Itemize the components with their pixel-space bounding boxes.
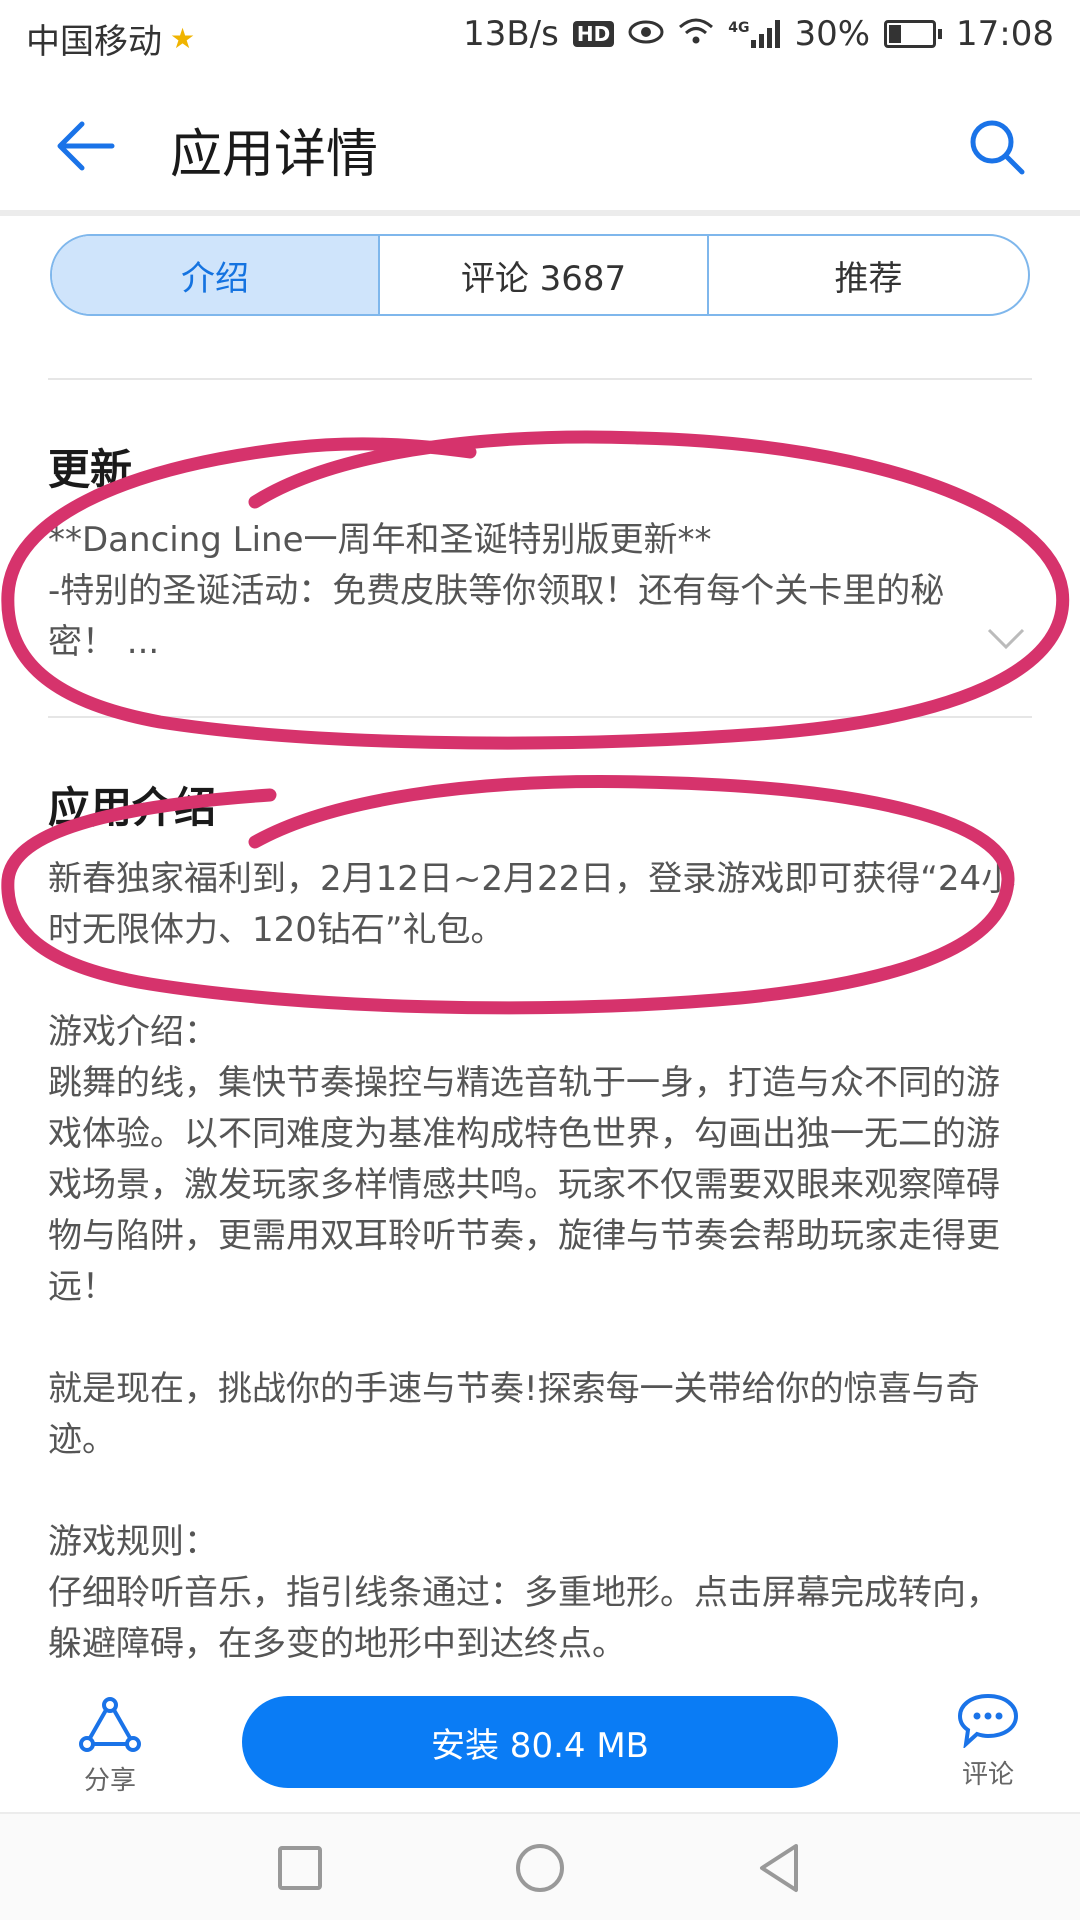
tab-recommend[interactable]: 推荐 <box>707 236 1028 314</box>
intro-text: 新春独家福利到，2月12日~2月22日，登录游戏即可获得“24小时无限体力、12… <box>48 854 1032 1670</box>
tab-reviews[interactable]: 评论 3687 <box>378 236 707 314</box>
update-line: -特别的圣诞活动：免费皮肤等你领取！还有每个关卡里的秘密！ ... <box>48 571 945 662</box>
comment-button[interactable]: 评论 <box>948 1692 1028 1791</box>
divider <box>48 378 1032 380</box>
share-button[interactable]: 分享 <box>68 1696 152 1797</box>
comment-icon <box>957 1693 1019 1750</box>
update-title: 更新 <box>48 445 133 494</box>
app-header: 应用详情 <box>0 78 1080 212</box>
share-label: 分享 <box>83 1766 136 1796</box>
wifi-icon <box>678 14 714 54</box>
recent-apps-icon[interactable] <box>272 1840 328 1896</box>
star-icon: ★ <box>170 22 196 55</box>
intro-title: 应用介绍 <box>48 783 217 832</box>
battery-percent: 30% <box>794 14 871 54</box>
install-button[interactable]: 安装 80.4 MB <box>242 1696 838 1788</box>
carrier-label: 中国移动 <box>26 22 162 62</box>
network-type: 4G <box>728 20 750 36</box>
action-bar: 分享 安装 80.4 MB 评论 <box>0 1688 1080 1812</box>
tab-bar: 介绍 评论 3687 推荐 <box>50 234 1030 316</box>
comment-label: 评论 <box>961 1760 1014 1790</box>
intro-paragraph: 游戏规则： 仔细聆听音乐，指引线条通过：多重地形。点击屏幕完成转向，躲避障碍，在… <box>48 1522 1000 1664</box>
intro-paragraph: 就是现在，挑战你的手速与节奏!探索每一关带给你的惊喜与奇迹。 <box>48 1369 980 1460</box>
share-icon <box>79 1697 141 1752</box>
clock: 17:08 <box>956 14 1054 54</box>
intro-paragraph: 新春独家福利到，2月12日~2月22日，登录游戏即可获得“24小时无限体力、12… <box>48 859 1016 950</box>
hd-icon: HD <box>572 21 615 47</box>
home-icon[interactable] <box>512 1840 568 1896</box>
back-arrow-icon[interactable] <box>52 118 116 174</box>
header-divider <box>0 210 1080 216</box>
page-title: 应用详情 <box>170 125 379 185</box>
search-icon[interactable] <box>966 116 1028 178</box>
update-line: **Dancing Line一周年和圣诞特别版更新** <box>48 520 712 560</box>
back-icon[interactable] <box>752 1840 808 1896</box>
system-nav-bar <box>0 1814 1080 1920</box>
update-notes[interactable]: **Dancing Line一周年和圣诞特别版更新** -特别的圣诞活动：免费皮… <box>48 515 988 668</box>
chevron-down-icon[interactable] <box>986 626 1026 652</box>
intro-paragraph: 游戏介绍： 跳舞的线，集快节奏操控与精选音轨于一身，打造与众不同的游戏体验。以不… <box>48 1012 1000 1307</box>
status-bar: 中国移动 ★ 13B/s HD 4G 30% 17:08 <box>0 0 1080 78</box>
eye-icon <box>628 14 664 54</box>
divider <box>48 716 1032 718</box>
signal-icon <box>751 20 781 48</box>
battery-icon <box>884 20 943 48</box>
tab-intro[interactable]: 介绍 <box>52 236 378 314</box>
net-speed: 13B/s <box>463 14 559 54</box>
